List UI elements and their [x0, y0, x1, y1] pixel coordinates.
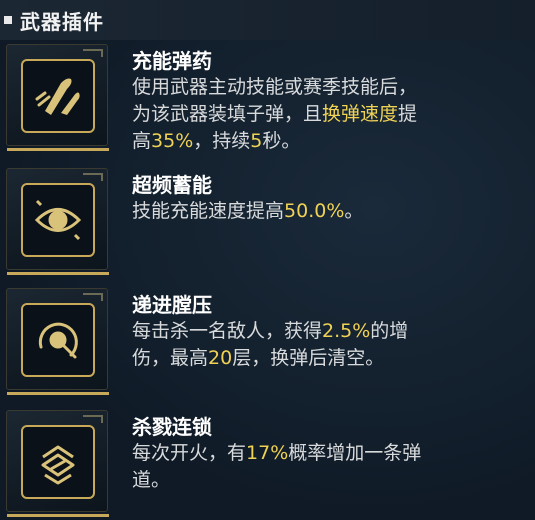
plugin-desc-line: 为该武器装填子弹，且换弹速度提 [132, 103, 418, 125]
plugin-name: 杀戮连锁 [132, 415, 212, 439]
highlight-value: 20 [208, 347, 233, 369]
plugin-desc-line: 使用武器主动技能或赛季技能后， [132, 76, 418, 98]
highlight-value: 17% [246, 442, 289, 464]
highlight-value: 35% [151, 130, 194, 152]
plugin-icon-frame [6, 288, 109, 395]
plugin-desc-line: 伤，最高20层，换弹后清空。 [132, 347, 385, 369]
plugin-icon-frame [6, 168, 109, 275]
plugin-desc-line: 高35%，持续5秒。 [132, 130, 301, 152]
plugin-icon-frame [6, 44, 109, 151]
plugin-icon-frame [6, 410, 109, 517]
plugin-desc-line: 每次开火，有17%概率增加一条弹 [132, 442, 422, 464]
section-header: 武器插件 [0, 0, 535, 40]
header-square-icon [4, 16, 12, 24]
plugin-name: 递进膛压 [132, 293, 212, 317]
highlight-text: 换弹速度 [322, 103, 399, 125]
chain-link-icon [41, 445, 75, 485]
pressure-gauge-icon [38, 322, 78, 359]
highlight-value: 50.0% [284, 200, 345, 222]
highlight-value: 2.5% [322, 320, 371, 342]
plugin-name: 超频蓄能 [132, 173, 212, 197]
plugin-desc-line: 道。 [132, 469, 171, 491]
ammo-rounds-icon [35, 78, 80, 115]
plugin-name: 充能弹药 [132, 49, 212, 73]
plugin-desc-line: 技能充能速度提高50.0%。 [132, 200, 364, 222]
highlight-value: 5 [250, 130, 263, 152]
section-title: 武器插件 [20, 10, 104, 34]
plugin-desc-line: 每击杀一名敌人，获得2.5%的增 [132, 320, 409, 342]
eye-target-icon [34, 199, 82, 241]
